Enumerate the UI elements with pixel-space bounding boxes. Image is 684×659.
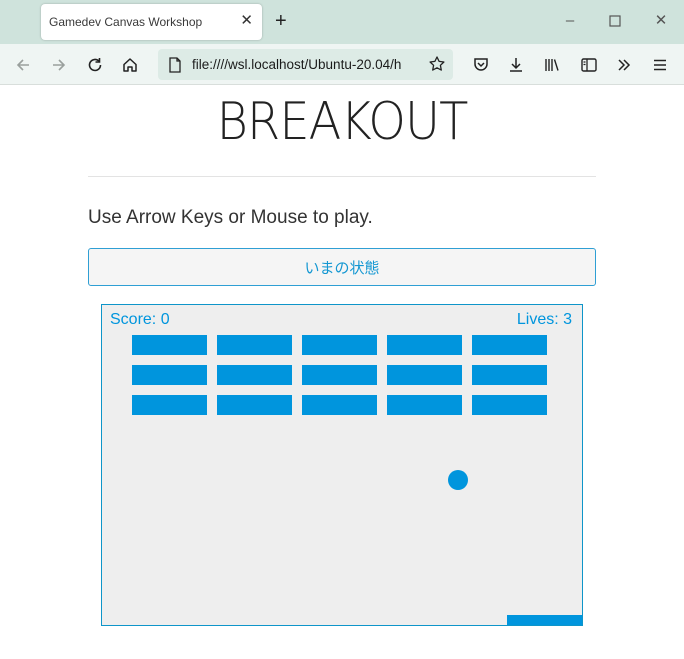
pocket-icon[interactable] <box>470 54 492 76</box>
url-text: file:////wsl.localhost/Ubuntu-20.04/h <box>192 57 402 72</box>
brick <box>472 395 547 415</box>
minimize-icon[interactable]: – <box>562 12 578 30</box>
instructions-text: Use Arrow Keys or Mouse to play. <box>88 207 373 228</box>
state-button[interactable]: いまの状態 <box>88 248 596 286</box>
brick <box>387 335 462 355</box>
ball <box>448 470 468 490</box>
sidebar-icon[interactable] <box>578 54 600 76</box>
forward-arrow-icon[interactable] <box>48 54 70 76</box>
download-icon[interactable] <box>505 54 527 76</box>
brick <box>472 335 547 355</box>
browser-tab[interactable]: Gamedev Canvas Workshop ✕ <box>41 4 262 40</box>
back-arrow-icon[interactable] <box>12 54 34 76</box>
brick <box>302 335 377 355</box>
home-icon[interactable] <box>119 54 141 76</box>
page-title: BREAKOUT <box>216 92 469 152</box>
plus-icon[interactable]: + <box>275 11 287 31</box>
brick <box>217 395 292 415</box>
brick <box>387 365 462 385</box>
brick <box>472 365 547 385</box>
divider <box>88 176 596 177</box>
brick <box>387 395 462 415</box>
brick <box>302 365 377 385</box>
close-window-icon[interactable]: ✕ <box>653 12 669 30</box>
menu-icon[interactable] <box>649 54 671 76</box>
close-icon[interactable]: ✕ <box>240 12 253 30</box>
paddle[interactable] <box>507 615 582 625</box>
library-icon[interactable] <box>541 54 563 76</box>
score-text: Score: 0 <box>110 311 170 328</box>
brick <box>217 335 292 355</box>
tab-bar: Gamedev Canvas Workshop ✕ + – ✕ <box>0 0 684 44</box>
brick <box>132 365 207 385</box>
brick <box>132 395 207 415</box>
tab-title: Gamedev Canvas Workshop <box>49 15 203 29</box>
maximize-icon[interactable] <box>607 12 623 30</box>
brick <box>132 335 207 355</box>
brick <box>217 365 292 385</box>
brick <box>302 395 377 415</box>
game-canvas[interactable]: Score: 0 Lives: 3 <box>101 304 583 626</box>
lives-text: Lives: 3 <box>516 311 572 328</box>
address-bar[interactable]: file:////wsl.localhost/Ubuntu-20.04/h <box>158 49 453 80</box>
reload-icon[interactable] <box>84 54 106 76</box>
navigation-bar: file:////wsl.localhost/Ubuntu-20.04/h <box>0 44 684 85</box>
star-icon[interactable] <box>426 53 448 75</box>
chevrons-icon[interactable] <box>613 54 635 76</box>
page-icon <box>164 54 186 76</box>
